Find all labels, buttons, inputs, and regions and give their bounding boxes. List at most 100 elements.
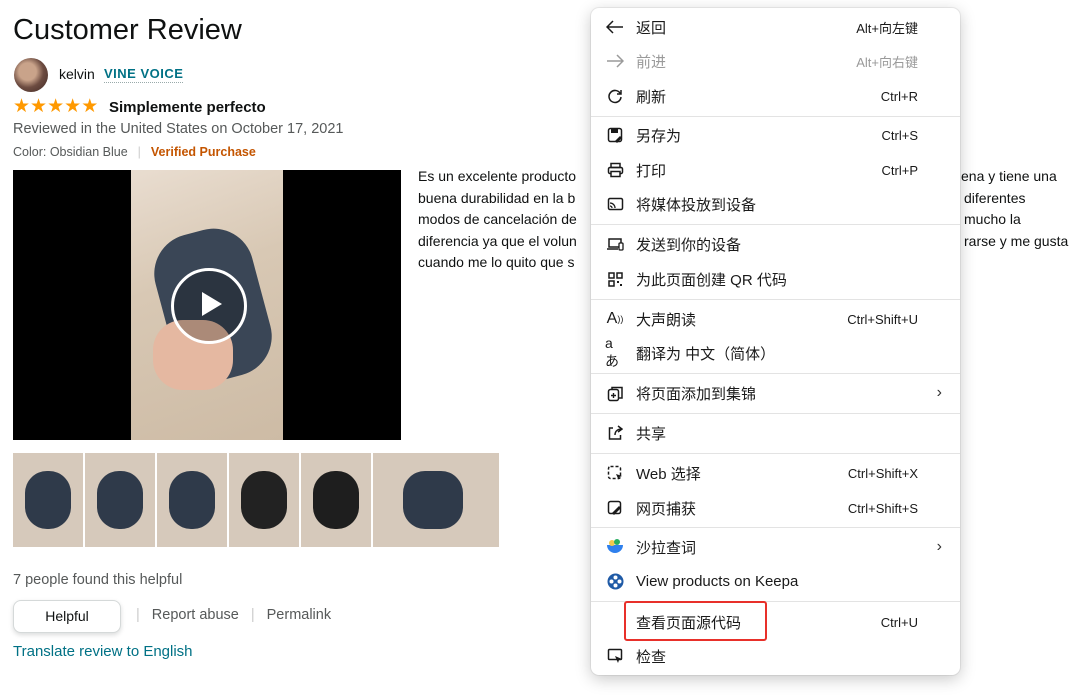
collections-icon xyxy=(605,383,625,403)
menu-item-label: 网页捕获 xyxy=(636,500,697,518)
context-menu: 返回 Alt+向左键 前进 Alt+向右键 刷新 Ctrl+R 另存为 Ctrl… xyxy=(591,8,960,675)
menu-item-send-to-device[interactable]: 发送到你的设备 xyxy=(591,227,960,261)
menu-item-refresh[interactable]: 刷新 Ctrl+R xyxy=(591,79,960,113)
reviewer-name[interactable]: kelvin xyxy=(59,66,95,82)
color-variant: Color: Obsidian Blue xyxy=(13,145,128,159)
review-actions: | Report abuse | Permalink xyxy=(136,607,331,623)
chevron-right-icon: › xyxy=(936,384,942,401)
thumbnail[interactable] xyxy=(13,453,83,547)
highlight-box xyxy=(624,601,767,641)
page-title: Customer Review xyxy=(13,14,242,46)
inspect-icon xyxy=(605,646,625,666)
star-icon: ★ xyxy=(30,96,48,117)
review-text-line: Es un excelente producto xyxy=(418,168,576,184)
menu-divider xyxy=(591,224,960,225)
report-abuse-link[interactable]: Report abuse xyxy=(152,607,239,623)
divider: | xyxy=(250,607,255,623)
menu-item-web-select[interactable]: Web 选择 Ctrl+Shift+X xyxy=(591,456,960,490)
menu-item-label: 共享 xyxy=(636,425,667,443)
review-text-line: diferencia ya que el volun xyxy=(418,232,577,249)
menu-item-save-as[interactable]: 另存为 Ctrl+S xyxy=(591,118,960,152)
avatar[interactable] xyxy=(14,58,48,92)
menu-item-share[interactable]: 共享 xyxy=(591,416,960,450)
star-icon: ★ xyxy=(13,96,31,117)
menu-item-label: 前进 xyxy=(636,53,667,71)
send-device-icon xyxy=(605,234,625,254)
cast-icon xyxy=(605,194,625,214)
translate-icon: aあ xyxy=(605,335,619,369)
back-arrow-icon xyxy=(605,17,625,37)
star-icon: ★ xyxy=(64,96,82,117)
review-text-line: diferentes xyxy=(964,189,1026,206)
menu-item-read-aloud[interactable]: A)) 大声朗读 Ctrl+Shift+U xyxy=(591,302,960,336)
refresh-icon xyxy=(605,86,625,106)
helpful-count: 7 people found this helpful xyxy=(13,572,183,588)
menu-item-inspect[interactable]: 检查 xyxy=(591,639,960,673)
review-text-line: rarse y me gusta xyxy=(964,232,1069,249)
menu-item-cast[interactable]: 将媒体投放到设备 xyxy=(591,187,960,221)
menu-item-qr-code[interactable]: 为此页面创建 QR 代码 xyxy=(591,262,960,296)
menu-divider xyxy=(591,453,960,454)
menu-item-web-capture[interactable]: 网页捕获 Ctrl+Shift+S xyxy=(591,491,960,525)
menu-item-shortcut: Ctrl+Shift+U xyxy=(847,311,918,327)
menu-item-shortcut: Ctrl+U xyxy=(880,614,918,630)
review-text-line: ena y tiene una xyxy=(961,168,1057,184)
menu-item-label: 返回 xyxy=(636,19,667,37)
menu-item-print[interactable]: 打印 Ctrl+P xyxy=(591,153,960,187)
salad-icon xyxy=(605,537,625,557)
review-text-line: modos de cancelación de xyxy=(418,211,577,227)
menu-item-label: 将页面添加到集锦 xyxy=(636,385,757,403)
review-text-line: cuando me lo quito que s xyxy=(418,254,575,270)
menu-item-shortcut: Ctrl+Shift+X xyxy=(847,465,918,481)
helpful-button[interactable]: Helpful xyxy=(13,600,121,633)
menu-item-salad-lookup[interactable]: 沙拉查词 › xyxy=(591,530,960,564)
web-select-icon xyxy=(605,463,625,483)
permalink-link[interactable]: Permalink xyxy=(267,607,331,623)
image-thumbnails xyxy=(13,453,499,547)
thumbnail[interactable] xyxy=(229,453,299,547)
star-rating[interactable]: ★ ★ ★ ★ ★ xyxy=(13,97,98,116)
qr-code-icon xyxy=(605,269,625,289)
menu-divider xyxy=(591,413,960,414)
thumbnail[interactable] xyxy=(157,453,227,547)
menu-item-shortcut: Ctrl+S xyxy=(881,127,918,143)
menu-item-label: 发送到你的设备 xyxy=(636,236,742,254)
menu-item-label: 另存为 xyxy=(636,127,682,145)
read-aloud-icon: A)) xyxy=(606,310,624,327)
share-icon xyxy=(605,423,625,443)
divider: | xyxy=(137,145,141,159)
review-title[interactable]: Simplemente perfecto xyxy=(109,99,266,116)
verified-purchase-badge: Verified Purchase xyxy=(150,145,256,159)
menu-item-shortcut: Ctrl+R xyxy=(880,88,918,104)
play-icon[interactable] xyxy=(171,268,247,344)
translate-review-link[interactable]: Translate review to English xyxy=(13,643,193,660)
menu-item-forward[interactable]: 前进 Alt+向右键 xyxy=(591,44,960,78)
menu-item-label: 大声朗读 xyxy=(636,311,697,329)
menu-item-shortcut: Ctrl+P xyxy=(881,162,918,178)
menu-item-back[interactable]: 返回 Alt+向左键 xyxy=(591,10,960,44)
save-as-icon xyxy=(605,125,625,145)
vine-voice-badge[interactable]: VINE VOICE xyxy=(104,66,184,83)
menu-item-shortcut: Alt+向左键 xyxy=(856,20,918,36)
thumbnail[interactable] xyxy=(301,453,371,547)
divider: | xyxy=(136,607,140,623)
menu-item-label: Web 选择 xyxy=(636,465,701,483)
review-text-line: buena durabilidad en la b xyxy=(418,189,576,206)
review-meta: Color: Obsidian Blue | Verified Purchase xyxy=(13,145,256,159)
menu-item-translate[interactable]: aあ 翻译为 中文（简体） xyxy=(591,335,960,370)
star-icon: ★ xyxy=(81,96,99,117)
review-video[interactable] xyxy=(13,170,401,440)
menu-divider xyxy=(591,373,960,374)
menu-item-add-to-collections[interactable]: 将页面添加到集锦 › xyxy=(591,376,960,410)
menu-item-shortcut: Ctrl+Shift+S xyxy=(847,500,918,516)
thumbnail[interactable] xyxy=(85,453,155,547)
print-icon xyxy=(605,160,625,180)
forward-arrow-icon xyxy=(605,51,625,71)
review-text-line: mucho la xyxy=(964,211,1021,227)
menu-item-keepa[interactable]: View products on Keepa xyxy=(591,564,960,598)
menu-item-label: 检查 xyxy=(636,648,667,666)
menu-item-label: 刷新 xyxy=(636,88,667,106)
thumbnail[interactable] xyxy=(373,453,499,547)
menu-divider xyxy=(591,299,960,300)
menu-item-label: 为此页面创建 QR 代码 xyxy=(636,271,787,289)
